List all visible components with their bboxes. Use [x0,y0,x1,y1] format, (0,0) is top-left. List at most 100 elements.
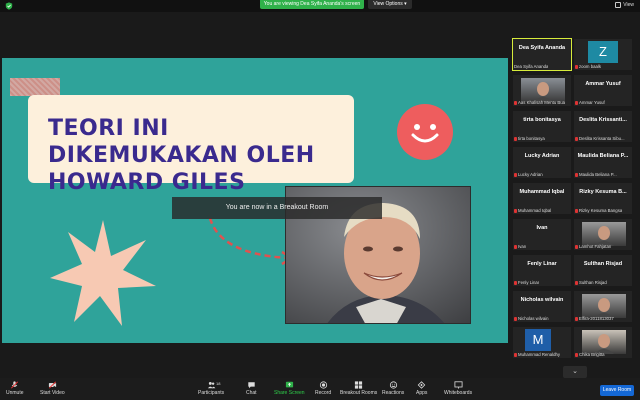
participant-name-label: Sulthan Risjad [575,280,607,285]
leave-room-button[interactable]: Leave Room [600,385,634,396]
participant-tile[interactable]: Zzoom baalk [573,38,633,71]
participant-video-thumbnail [521,78,565,102]
decorative-tape [10,78,60,96]
whiteboards-button[interactable]: Whiteboards [444,381,472,396]
microphone-muted-icon [575,244,578,249]
participant-tile[interactable]: Deslita Krissanti... Deslita Krissanta Si… [573,110,633,143]
participant-tile[interactable]: Elfira-2011813037 [573,290,633,323]
microphone-muted-icon [575,100,578,105]
participant-tile[interactable]: Maulida Beliana P... Maulida Beliana P... [573,146,633,179]
participant-tile[interactable]: tirta bonitasya tirta bonitasya [512,110,572,143]
participant-name-text: Ivan [518,244,527,249]
participant-tile[interactable]: M Muhammad Renaldhy [512,326,572,359]
grid-icon [615,2,622,8]
reactions-icon [389,381,397,389]
share-screen-label: Share Screen [274,390,305,396]
participant-name-text: Ammar Yusuf [579,100,605,105]
participant-name-label: Rizky Kesuma Bangsa [575,208,622,213]
participant-name-text: Lamhot Fahjatan [579,244,612,249]
participant-name-text: Dea Syifa Ananda [514,64,549,69]
zoom-window: You are viewing Dea Syifa Ananda's scree… [0,0,640,400]
chevron-down-icon: ⌄ [572,368,578,375]
top-bar: You are viewing Dea Syifa Ananda's scree… [0,0,640,12]
start-video-button[interactable]: Start Video [40,381,65,396]
participant-name-text: Elfira-2011813037 [579,316,614,321]
participant-name-label: Maulida Beliana P... [575,172,617,177]
participant-name-text: Lucky Adrian [518,172,543,177]
participant-tile[interactable]: Sulthan Risjad Sulthan Risjad [573,254,633,287]
reactions-label: Reactions [382,390,405,396]
participants-count: 18 [216,381,221,386]
apps-button[interactable]: Apps [416,381,427,396]
participant-display-name: Muhammad Iqbal [519,189,565,195]
unmute-label: Unmute [6,390,24,396]
unmute-button[interactable]: Unmute [6,381,24,396]
microphone-muted-icon [514,208,517,213]
apps-label: Apps [416,390,428,396]
view-button[interactable]: View [615,2,634,8]
participant-display-name: Fenly Linar [527,261,557,267]
participant-name-label: Fenly Linar [514,280,539,285]
participant-name-label: Deslita Krissanta Sibu... [575,136,625,141]
start-video-label: Start Video [40,390,65,396]
reactions-button[interactable]: Reactions [382,381,404,396]
participant-display-name: Ammar Yusuf [585,81,621,87]
participant-name-text: Muhammad Iqbal [518,208,552,213]
participant-display-name: Deslita Krissanti... [579,117,627,123]
scroll-down-button[interactable]: ⌄ [563,366,587,378]
view-label: View [623,2,634,8]
share-screen-button[interactable]: Share Screen [274,381,305,396]
participant-display-name: Lucky Adrian [524,153,560,159]
participant-name-label: Aas Khalisah Mentu Bua [514,100,565,105]
participant-name-label: Ammar Yusuf [575,100,605,105]
chat-button[interactable]: Chat [246,381,257,396]
participant-tile[interactable]: Chika Brigitta [573,326,633,359]
participant-name-label: Muhammad Iqbal [514,208,551,213]
participant-tile[interactable]: Muhammad Iqbal Muhammad Iqbal [512,182,572,215]
participant-tile[interactable]: Aas Khalisah Mentu Bua [512,74,572,107]
microphone-muted-icon [11,381,19,389]
whiteboards-label: Whiteboards [444,390,473,396]
participant-tile[interactable]: Lucky Adrian Lucky Adrian [512,146,572,179]
microphone-muted-icon [514,280,517,285]
microphone-muted-icon [514,244,517,249]
participant-tile[interactable]: Nicholas wilvain Nicholas wilvain [512,290,572,323]
participant-name-text: Nicholas wilvain [518,316,549,321]
participants-icon [207,381,215,389]
participant-name-label: Chika Brigitta [575,352,605,357]
participant-display-name: Nicholas wilvain [520,297,564,303]
participant-name-text: Sulthan Risjad [579,280,607,285]
view-options-button[interactable]: View Options ▾ [368,0,412,9]
record-icon [319,381,327,389]
participant-tile[interactable]: Ivan Ivan [512,218,572,251]
chat-label: Chat [246,390,257,396]
participant-display-name: Maulida Beliana P... [577,153,629,159]
participant-name-label: Muhammad Renaldhy [514,352,560,357]
breakout-room-notice: You are now in a Breakout Room [172,197,382,219]
share-screen-icon [285,381,293,388]
participant-name-text: Maulida Beliana P... [579,172,617,177]
starburst-shape [50,220,156,326]
breakout-rooms-button[interactable]: Breakout Rooms [340,381,377,396]
participant-tile[interactable]: Dea Syifa Ananda Dea Syifa Ananda [512,38,572,71]
participant-tile[interactable]: Rizky Kesuma B... Rizky Kesuma Bangsa [573,182,633,215]
microphone-muted-icon [575,316,578,321]
microphone-muted-icon [575,64,578,69]
apps-icon [417,381,426,389]
chat-icon [248,382,255,389]
video-camera-off-icon [48,381,56,389]
participant-name-text: Deslita Krissanta Sibu... [579,136,625,141]
breakout-rooms-icon [355,381,363,389]
participant-name-text: Rizky Kesuma Bangsa [579,208,623,213]
participant-name-text: zoom baalk [579,64,601,69]
viewing-screen-banner: You are viewing Dea Syifa Ananda's scree… [260,0,364,9]
participant-tile[interactable]: Ammar Yusuf Ammar Yusuf [573,74,633,107]
participant-name-label: Elfira-2011813037 [575,316,614,321]
record-button[interactable]: Record [315,381,331,396]
microphone-muted-icon [575,136,578,141]
participant-tile[interactable]: Fenly Linar Fenly Linar [512,254,572,287]
record-label: Record [315,390,332,396]
avatar: Z [588,41,618,63]
participant-tile[interactable]: Lamhot Fahjatan [573,218,633,251]
participant-name-text: Muhammad Renaldhy [518,352,561,357]
